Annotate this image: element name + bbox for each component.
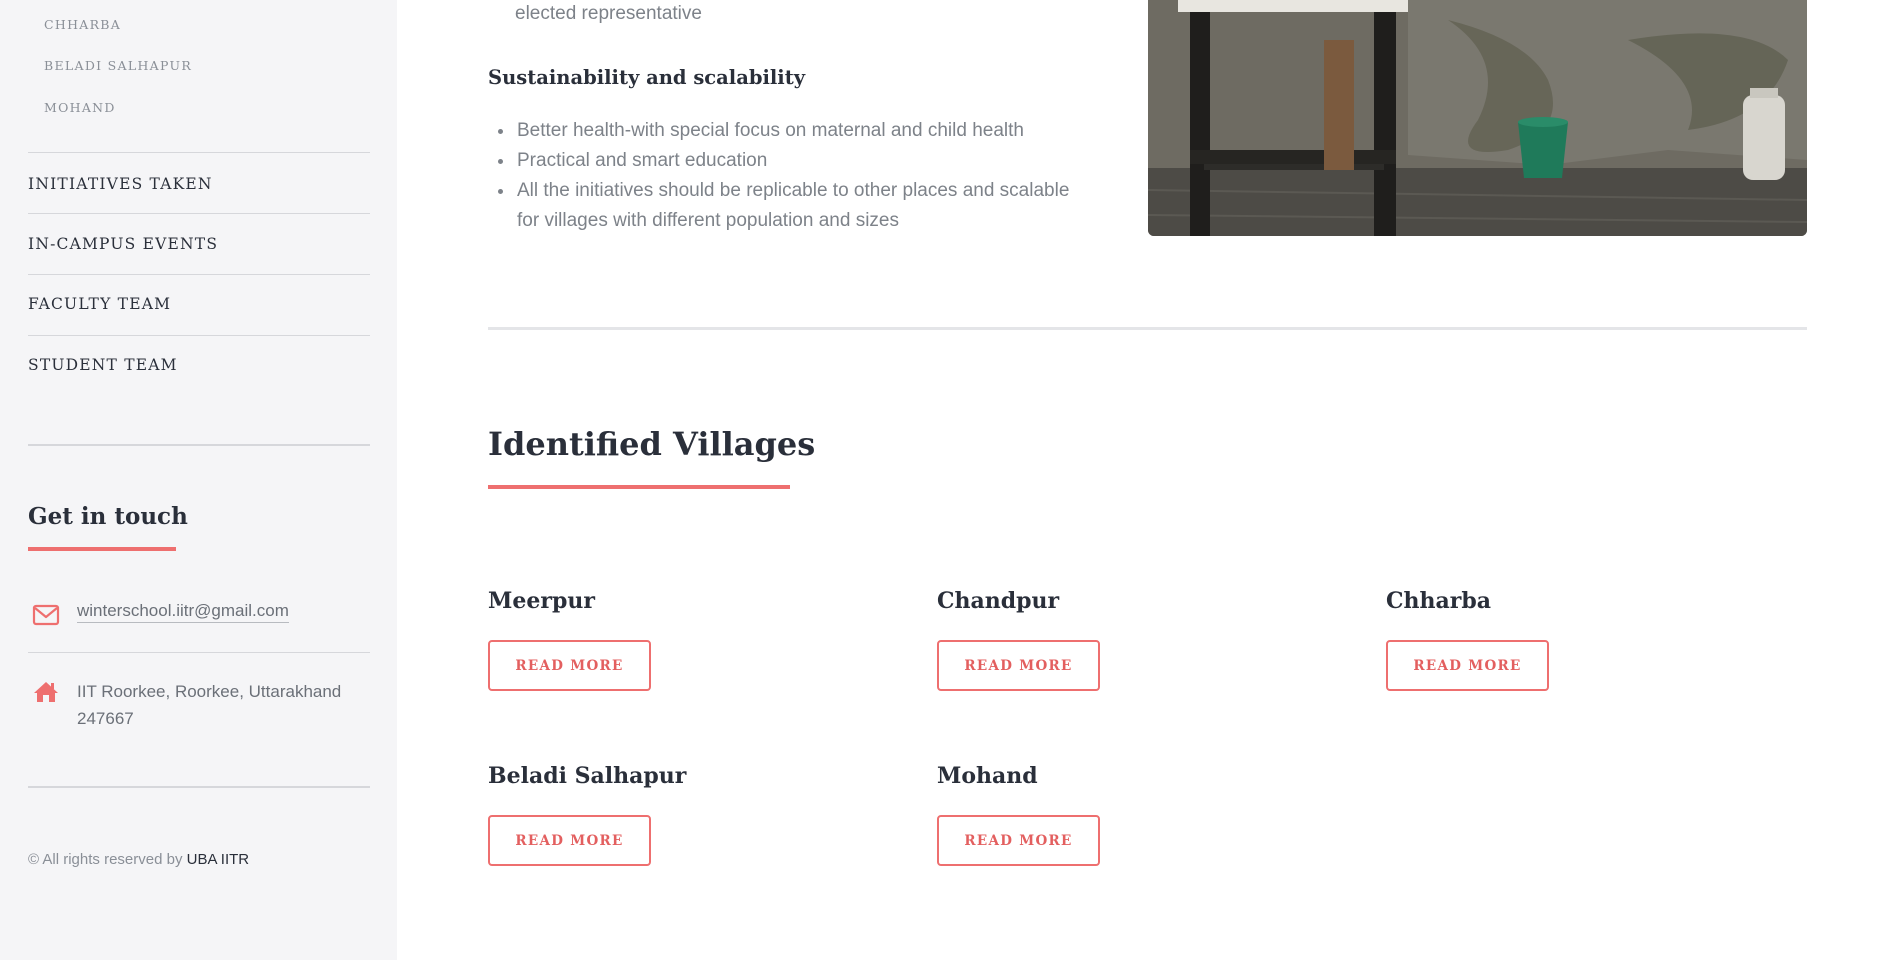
village-name-chharba: Chharba: [1386, 588, 1491, 614]
sidebar-divider: [28, 274, 370, 275]
sidebar-subitem-chharba[interactable]: CHHARBA: [44, 17, 121, 32]
copyright-text: © All rights reserved by UBA IITR: [28, 851, 249, 868]
sidebar-divider: [28, 335, 370, 336]
village-name-meerpur: Meerpur: [488, 588, 595, 614]
village-photo: [1148, 0, 1807, 236]
sustainability-list: Better health-with special focus on mate…: [488, 116, 1095, 236]
contact-email-link[interactable]: winterschool.iitr@gmail.com: [77, 600, 289, 623]
village-name-chandpur: Chandpur: [937, 588, 1060, 614]
sidebar-subitem-mohand[interactable]: MOHAND: [44, 100, 116, 115]
sidebar-divider: [28, 213, 370, 214]
contact-address: IIT Roorkee, Roorkee, Uttarakhand 247667: [77, 682, 342, 728]
copyright-brand-link[interactable]: UBA IITR: [187, 851, 250, 868]
sidebar-item-initiatives-taken[interactable]: INITIATIVES TAKEN: [28, 175, 213, 193]
read-more-button-chandpur[interactable]: READ MORE: [937, 640, 1100, 691]
list-item: All the initiatives should be replicable…: [515, 176, 1095, 236]
get-in-touch-title: Get in touch: [28, 503, 188, 530]
sidebar-divider: [28, 152, 370, 153]
sidebar: CHHARBA BELADI SALHAPUR MOHAND INITIATIV…: [0, 0, 397, 960]
read-more-button-chharba[interactable]: READ MORE: [1386, 640, 1549, 691]
copyright-prefix: © All rights reserved by: [28, 851, 187, 868]
read-more-button-mohand[interactable]: READ MORE: [937, 815, 1100, 866]
sidebar-item-student-team[interactable]: STUDENT TEAM: [28, 356, 178, 374]
sidebar-subitem-beladi-salhapur[interactable]: BELADI SALHAPUR: [44, 58, 192, 73]
identified-villages-heading: Identified Villages: [488, 425, 816, 463]
heading-underline: [488, 485, 790, 489]
home-icon: [32, 680, 60, 704]
sidebar-divider: [28, 444, 370, 446]
sidebar-divider: [28, 786, 370, 788]
section-divider: [488, 327, 1807, 330]
title-underline: [28, 547, 176, 551]
list-item: Better health-with special focus on mate…: [515, 116, 1095, 146]
envelope-icon: [32, 603, 60, 627]
village-name-mohand: Mohand: [937, 763, 1038, 789]
list-item: Practical and smart education: [515, 146, 1095, 176]
section-heading: Sustainability and scalability: [488, 66, 806, 89]
previous-bullet-continuation: elected representative: [515, 3, 702, 24]
sidebar-item-faculty-team[interactable]: FACULTY TEAM: [28, 295, 171, 313]
read-more-button-beladi-salhapur[interactable]: READ MORE: [488, 815, 651, 866]
sidebar-item-in-campus-events[interactable]: IN-CAMPUS EVENTS: [28, 235, 218, 253]
village-name-beladi-salhapur: Beladi Salhapur: [488, 763, 687, 789]
read-more-button-meerpur[interactable]: READ MORE: [488, 640, 651, 691]
sidebar-divider: [28, 652, 370, 653]
